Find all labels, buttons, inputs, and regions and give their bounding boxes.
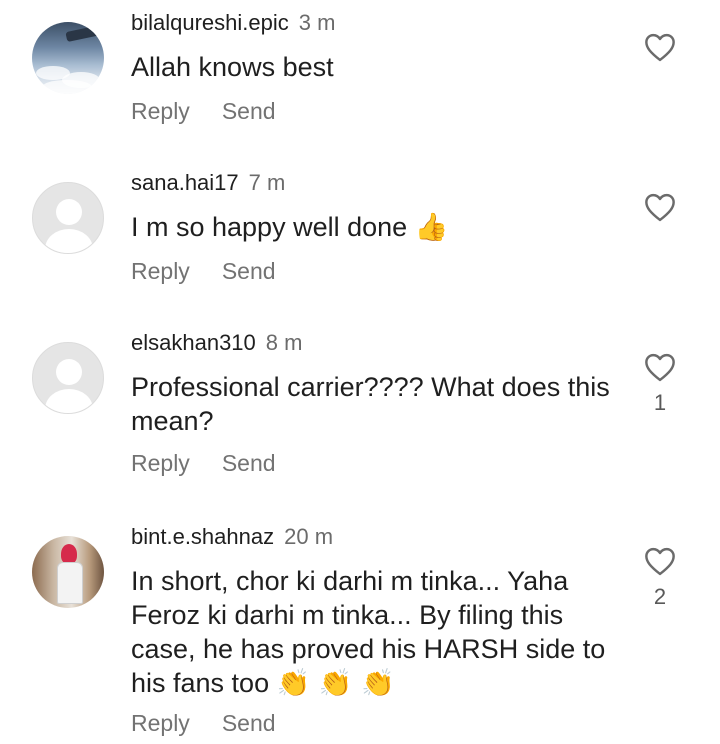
comment-text: Professional carrier???? What does this … [131, 370, 631, 438]
username[interactable]: elsakhan310 [131, 330, 256, 355]
reply-button[interactable]: Reply [131, 450, 190, 476]
clapping-hands-emoji: 👏 👏 👏 [276, 668, 395, 699]
comment-time: 7 m [248, 170, 286, 195]
send-button[interactable]: Send [222, 710, 276, 736]
comment-actions: Reply Send [131, 710, 276, 737]
default-avatar-body [45, 229, 93, 253]
avatar[interactable] [32, 342, 104, 414]
avatar[interactable] [32, 536, 104, 608]
comment-header: bilalqureshi.epic 3 m [131, 10, 335, 36]
heart-outline-icon [645, 33, 675, 62]
comment-header: bint.e.shahnaz 20 m [131, 524, 333, 550]
avatar[interactable] [32, 182, 104, 254]
avatar[interactable] [32, 22, 104, 94]
like-count: 2 [653, 584, 667, 609]
default-avatar-head [56, 359, 82, 385]
comment-body: I m so happy well done [131, 212, 408, 242]
username[interactable]: sana.hai17 [131, 170, 239, 195]
comment-body: Allah knows best [131, 52, 334, 82]
comment-header: sana.hai17 7 m [131, 170, 285, 196]
send-button[interactable]: Send [222, 258, 276, 284]
reply-button[interactable]: Reply [131, 98, 190, 124]
heart-outline-icon [645, 193, 675, 222]
comment-text: Allah knows best [131, 50, 631, 84]
reply-button[interactable]: Reply [131, 710, 190, 736]
comment-time: 20 m [284, 524, 334, 549]
comment-actions: Reply Send [131, 450, 276, 477]
comment-body: Professional carrier???? What does this … [131, 372, 610, 436]
default-avatar-head [56, 199, 82, 225]
comment-text: I m so happy well done 👍 [131, 210, 631, 245]
comment-time: 3 m [298, 10, 336, 35]
comment-text: In short, chor ki darhi m tinka... Yaha … [131, 564, 611, 701]
comment-actions: Reply Send [131, 258, 276, 285]
like-count: 1 [653, 390, 667, 415]
like-button[interactable] [640, 192, 680, 230]
username[interactable]: bint.e.shahnaz [131, 524, 274, 549]
like-button[interactable]: 1 [640, 352, 680, 416]
avatar-figure-scarf [61, 544, 77, 564]
like-button[interactable] [640, 32, 680, 70]
default-avatar-body [45, 389, 93, 413]
send-button[interactable]: Send [222, 450, 276, 476]
heart-outline-icon [645, 353, 675, 382]
heart-outline-icon [645, 547, 675, 576]
like-button[interactable]: 2 [640, 546, 680, 610]
comment-header: elsakhan310 8 m [131, 330, 302, 356]
username[interactable]: bilalqureshi.epic [131, 10, 289, 35]
comment-time: 8 m [265, 330, 303, 355]
comment-actions: Reply Send [131, 98, 276, 125]
avatar-figure-dress [57, 562, 83, 604]
reply-button[interactable]: Reply [131, 258, 190, 284]
airplane-wing-graphic [65, 23, 104, 43]
send-button[interactable]: Send [222, 98, 276, 124]
thumbs-up-emoji: 👍 [414, 212, 449, 243]
